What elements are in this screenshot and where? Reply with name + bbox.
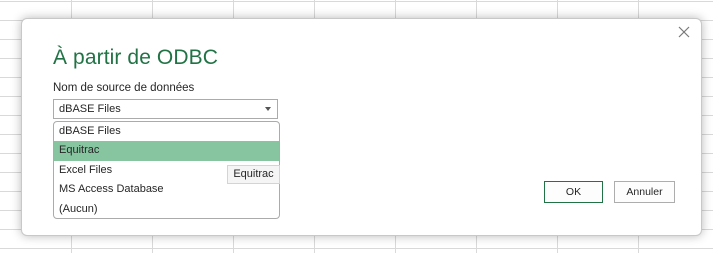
chevron-down-icon (265, 107, 271, 111)
dsn-option-dbase[interactable]: dBASE Files (54, 122, 279, 141)
dsn-option-equitrac[interactable]: Equitrac (54, 141, 279, 161)
close-icon (678, 26, 690, 38)
dsn-select-value: dBASE Files (59, 103, 121, 115)
odbc-dialog: À partir de ODBC Nom de source de donnée… (21, 18, 702, 236)
option-tooltip: Equitrac (227, 165, 280, 184)
cancel-button[interactable]: Annuler (614, 181, 675, 203)
dialog-title: À partir de ODBC (53, 46, 218, 69)
close-button[interactable] (675, 23, 693, 41)
dsn-label: Nom de source de données (53, 82, 195, 94)
dsn-select[interactable]: dBASE Files (53, 99, 278, 119)
dsn-option-none[interactable]: (Aucun) (54, 200, 279, 218)
ok-button[interactable]: OK (544, 181, 603, 203)
